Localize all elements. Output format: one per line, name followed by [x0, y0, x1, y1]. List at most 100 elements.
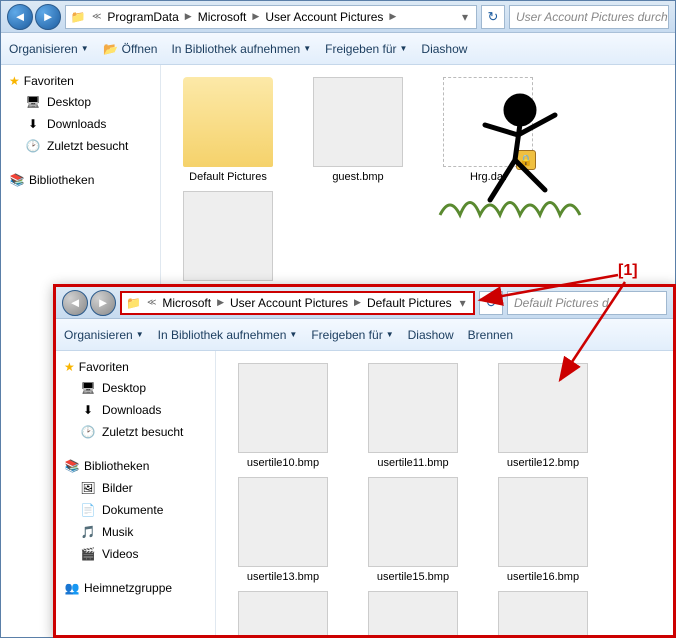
organize-button[interactable]: Organisieren▼ — [9, 42, 89, 56]
library-button[interactable]: In Bibliothek aufnehmen▼ — [158, 328, 298, 342]
nav-forward-button[interactable]: ► — [90, 290, 116, 316]
file-thumbnail — [368, 591, 458, 635]
nav-back-button[interactable]: ◄ — [7, 4, 33, 30]
address-dropdown[interactable]: ▾ — [456, 296, 470, 310]
recent-icon: 🕑 — [25, 138, 41, 154]
item-label: usertile11.bmp — [377, 457, 448, 469]
slideshow-button[interactable]: Diashow — [421, 42, 467, 56]
file-item[interactable]: usertile12.bmp — [488, 363, 598, 469]
refresh-button[interactable]: ↻ — [481, 5, 505, 29]
file-item[interactable]: guest.bmp — [303, 77, 413, 183]
file-item[interactable]: user.bmp — [173, 191, 283, 297]
folder-icon: 📁 — [126, 295, 141, 311]
file-item[interactable]: usertile15.bmp — [358, 477, 468, 583]
item-label: Hrg.dat — [470, 171, 506, 183]
chevron-icon: ▶ — [387, 11, 398, 22]
breadcrumb-item[interactable]: ProgramData — [103, 10, 182, 24]
file-thumbnail — [238, 591, 328, 635]
downloads-icon: ⬇ — [80, 402, 96, 418]
open-icon: 📂 — [103, 41, 119, 57]
downloads-icon: ⬇ — [25, 116, 41, 132]
chevron-icon: ▶ — [183, 11, 194, 22]
star-icon: ★ — [64, 360, 75, 374]
sidebar-favorites-header[interactable]: ★Favoriten — [60, 357, 211, 377]
breadcrumb-item[interactable]: User Account Pictures — [226, 296, 352, 310]
file-thumbnail — [498, 477, 588, 567]
titlebar: ◄ ► 📁 ≪ Microsoft ▶ User Account Picture… — [56, 287, 673, 319]
file-item[interactable]: usertile11.bmp — [358, 363, 468, 469]
folder-item[interactable]: Default Pictures — [173, 77, 283, 183]
library-button[interactable]: In Bibliothek aufnehmen▼ — [171, 42, 311, 56]
file-item[interactable]: usertile13.bmp — [228, 477, 338, 583]
nav-forward-button[interactable]: ► — [35, 4, 61, 30]
organize-button[interactable]: Organisieren▼ — [64, 328, 144, 342]
toolbar: Organisieren▼ 📂Öffnen In Bibliothek aufn… — [1, 33, 675, 65]
desktop-icon: 🖥 — [25, 94, 41, 110]
content-pane: usertile10.bmp usertile11.bmp usertile12.b… — [216, 351, 673, 635]
nav-back-button[interactable]: ◄ — [62, 290, 88, 316]
sidebar-item-recent[interactable]: 🕑Zuletzt besucht — [5, 135, 156, 157]
breadcrumb-item[interactable]: User Account Pictures — [261, 10, 387, 24]
sidebar-item-desktop[interactable]: 🖥Desktop — [60, 377, 211, 399]
sidebar-item-documents[interactable]: 📄Dokumente — [60, 499, 211, 521]
item-label: Default Pictures — [189, 171, 267, 183]
file-thumbnail — [238, 363, 328, 453]
item-label: guest.bmp — [332, 171, 383, 183]
documents-icon: 📄 — [80, 502, 96, 518]
star-icon: ★ — [9, 74, 20, 88]
music-icon: 🎵 — [80, 524, 96, 540]
file-item[interactable]: 🔒 Hrg.dat — [433, 77, 543, 183]
explorer-window-front: ◄ ► 📁 ≪ Microsoft ▶ User Account Picture… — [53, 284, 676, 638]
file-thumbnail — [368, 363, 458, 453]
titlebar: ◄ ► 📁 ≪ ProgramData ▶ Microsoft ▶ User A… — [1, 1, 675, 33]
file-item[interactable]: usertile10.bmp — [228, 363, 338, 469]
address-bar[interactable]: 📁 ≪ Microsoft ▶ User Account Pictures ▶ … — [120, 291, 475, 315]
sidebar-item-recent[interactable]: 🕑Zuletzt besucht — [60, 421, 211, 443]
item-label: usertile15.bmp — [377, 571, 449, 583]
burn-button[interactable]: Brennen — [468, 328, 513, 342]
sidebar-item-downloads[interactable]: ⬇Downloads — [60, 399, 211, 421]
slideshow-button[interactable]: Diashow — [408, 328, 454, 342]
refresh-button[interactable]: ↻ — [479, 291, 503, 315]
search-input[interactable]: Default Pictures d — [507, 291, 667, 315]
share-button[interactable]: Freigeben für▼ — [325, 42, 407, 56]
sidebar-favorites-header[interactable]: ★Favoriten — [5, 71, 156, 91]
item-label: usertile12.bmp — [507, 457, 579, 469]
address-dropdown[interactable]: ▾ — [458, 10, 472, 24]
share-button[interactable]: Freigeben für▼ — [311, 328, 393, 342]
open-button[interactable]: 📂Öffnen — [103, 41, 158, 57]
file-item[interactable]: usertile17.bmp — [228, 591, 338, 635]
sidebar-item-music[interactable]: 🎵Musik — [60, 521, 211, 543]
file-thumbnail — [368, 477, 458, 567]
file-thumbnail — [183, 191, 273, 281]
toolbar: Organisieren▼ In Bibliothek aufnehmen▼ F… — [56, 319, 673, 351]
item-label: usertile16.bmp — [507, 571, 579, 583]
sidebar-libraries-header[interactable]: 📚Bibliotheken — [60, 455, 211, 477]
sidebar-item-downloads[interactable]: ⬇Downloads — [5, 113, 156, 135]
breadcrumb-item[interactable]: Microsoft — [194, 10, 251, 24]
file-thumbnail — [313, 77, 403, 167]
homegroup-icon: 👥 — [64, 580, 80, 596]
folder-icon: 📁 — [70, 9, 86, 25]
file-item[interactable] — [488, 591, 598, 635]
sidebar-item-desktop[interactable]: 🖥Desktop — [5, 91, 156, 113]
address-bar[interactable]: 📁 ≪ ProgramData ▶ Microsoft ▶ User Accou… — [65, 5, 477, 29]
folder-thumbnail — [183, 77, 273, 167]
file-thumbnail — [498, 591, 588, 635]
file-item[interactable]: usertile16.bmp — [488, 477, 598, 583]
libraries-icon: 📚 — [64, 458, 80, 474]
videos-icon: 🎬 — [80, 546, 96, 562]
chevron-icon: ▶ — [215, 297, 226, 308]
breadcrumb-item[interactable]: Microsoft — [158, 296, 215, 310]
sidebar: ★Favoriten 🖥Desktop ⬇Downloads 🕑Zuletzt … — [56, 351, 216, 635]
chevron-icon: ▶ — [250, 11, 261, 22]
search-input[interactable]: User Account Pictures durch — [509, 5, 669, 29]
sidebar-item-pictures[interactable]: 🖼Bilder — [60, 477, 211, 499]
libraries-icon: 📚 — [9, 172, 25, 188]
sidebar-libraries-header[interactable]: 📚Bibliotheken — [5, 169, 156, 191]
sidebar-item-videos[interactable]: 🎬Videos — [60, 543, 211, 565]
sidebar-homegroup-header[interactable]: 👥Heimnetzgruppe — [60, 577, 211, 599]
item-label: usertile10.bmp — [247, 457, 319, 469]
file-item[interactable]: usertile18.bmp — [358, 591, 468, 635]
breadcrumb-item[interactable]: Default Pictures — [363, 296, 456, 310]
